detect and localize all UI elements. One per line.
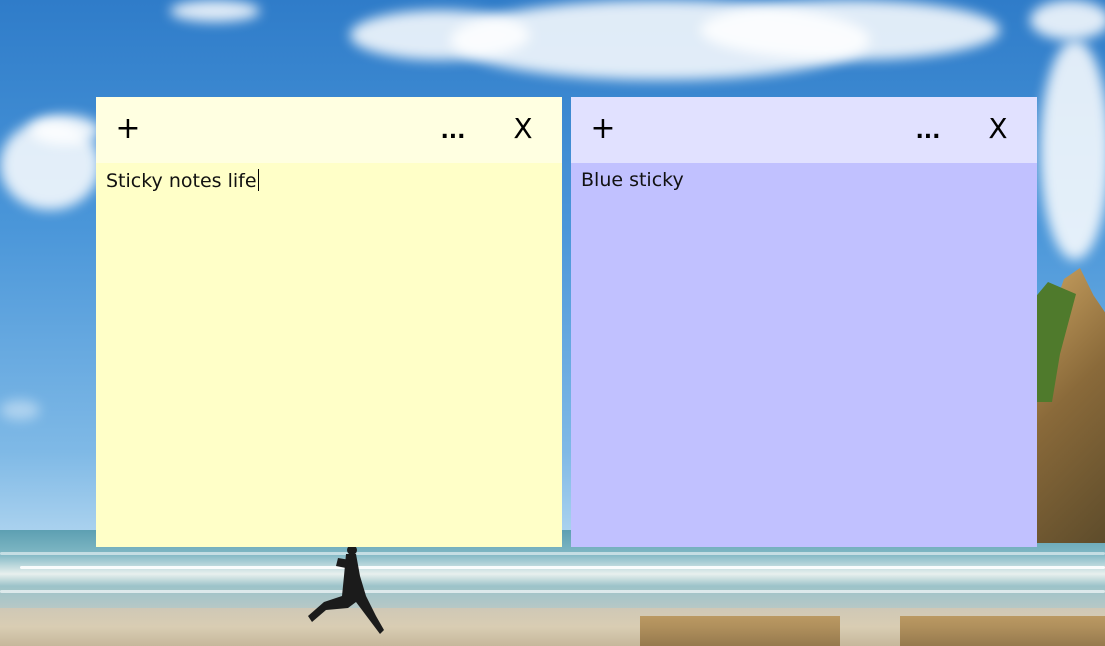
more-options-button[interactable]: ... — [911, 109, 945, 149]
note-text-area[interactable]: Blue sticky — [581, 169, 684, 191]
add-note-button[interactable]: + — [589, 109, 617, 149]
cloud — [700, 0, 1000, 60]
close-note-button[interactable]: X — [510, 109, 536, 149]
note-header[interactable] — [96, 97, 562, 163]
sticky-note-blue[interactable]: + ... X Blue sticky — [571, 97, 1037, 547]
close-note-button[interactable]: X — [985, 109, 1011, 149]
sticky-note-yellow[interactable]: + ... X Sticky notes life — [96, 97, 562, 547]
note-header[interactable] — [571, 97, 1037, 163]
add-note-button[interactable]: + — [114, 109, 142, 149]
cloud — [30, 115, 100, 145]
text-caret — [257, 169, 259, 191]
runner-silhouette — [308, 546, 384, 634]
cloud — [0, 400, 40, 420]
more-options-button[interactable]: ... — [436, 109, 470, 149]
cloud — [170, 0, 260, 22]
cloud — [1030, 0, 1105, 40]
note-text: Blue sticky — [581, 169, 684, 191]
cliff-reflection — [640, 616, 840, 646]
note-body[interactable] — [96, 163, 562, 547]
wave — [0, 552, 1105, 555]
wave — [0, 590, 1105, 593]
note-text-area[interactable]: Sticky notes life — [106, 169, 259, 192]
cloud — [1040, 40, 1105, 260]
wave — [20, 566, 1105, 569]
note-text: Sticky notes life — [106, 170, 257, 192]
cliff-reflection — [900, 616, 1105, 646]
note-body[interactable] — [571, 163, 1037, 547]
